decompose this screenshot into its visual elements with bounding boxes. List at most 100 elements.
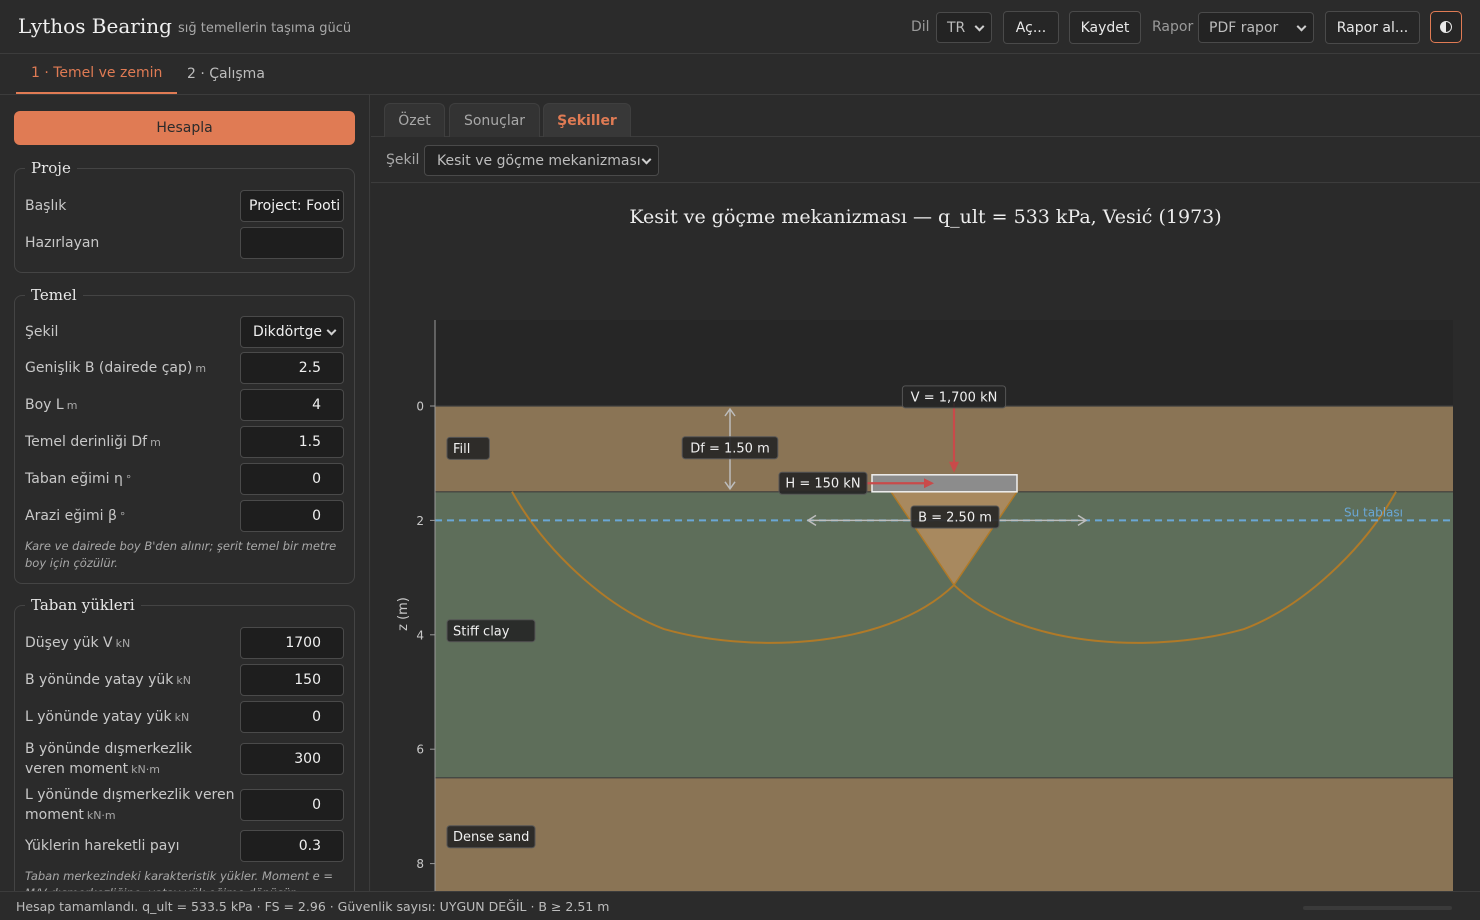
- field-row: Başlık Project: Footi: [25, 190, 345, 222]
- tab-summary[interactable]: Özet: [384, 103, 445, 137]
- tab-foundation-soil[interactable]: 1 · Temel ve zemin: [16, 54, 178, 94]
- progress-track: [1303, 906, 1452, 910]
- field-row: L yönünde yatay yük kN 0: [25, 701, 345, 733]
- layer-label-text: Fill: [453, 442, 470, 457]
- prepared-by-label: Hazırlayan: [25, 235, 100, 251]
- status-bar: Hesap tamamlandı. q_ult = 533.5 kPa · FS…: [0, 891, 1480, 920]
- length-input[interactable]: 4: [240, 389, 344, 421]
- calculate-button[interactable]: Hesapla: [14, 111, 355, 145]
- live-load-ratio-label: Yüklerin hareketli payı: [25, 838, 180, 854]
- language-select[interactable]: TR: [936, 12, 992, 43]
- shape-select[interactable]: Dikdörtge: [240, 316, 344, 348]
- moment-b-input[interactable]: 300: [240, 743, 344, 775]
- width-label: Genişlik B (dairede çap): [25, 360, 193, 376]
- results-panel: Özet Sonuçlar Şekiller Şekil Kesit ve gö…: [371, 95, 1480, 891]
- foundation-legend: Temel: [25, 286, 83, 304]
- y-axis-label: z (m): [396, 597, 411, 631]
- horizontal-load-b-label: B yönünde yatay yük: [25, 672, 174, 688]
- app-title: Lythos Bearing: [18, 14, 172, 38]
- figure-label: Şekil: [386, 152, 420, 168]
- loads-note: Taban merkezindeki karakteristik yükler.…: [25, 869, 334, 891]
- layer-label-text: Dense sand: [453, 830, 529, 845]
- language-label: Dil: [911, 19, 930, 35]
- layer-label-text: Stiff clay: [453, 624, 510, 639]
- chevron-down-icon: [974, 21, 985, 32]
- figure-select[interactable]: Kesit ve göçme mekanizması: [424, 145, 659, 176]
- chevron-down-icon: [641, 154, 652, 165]
- horizontal-load-b-input[interactable]: 150: [240, 664, 344, 696]
- field-row: Şekil Dikdörtge: [25, 316, 345, 348]
- unit-label: m: [150, 436, 161, 449]
- report-format-select[interactable]: PDF rapor: [1198, 12, 1314, 43]
- field-row: Taban eğimi η ° 0: [25, 463, 345, 495]
- vertical-load-input[interactable]: 1700: [240, 627, 344, 659]
- open-button[interactable]: Aç...: [1003, 11, 1059, 44]
- contrast-icon: [1440, 21, 1452, 33]
- vertical-load-annotation-text: V = 1,700 kN: [911, 390, 998, 405]
- field-row: Düşey yük VkN 1700: [25, 627, 345, 659]
- theme-toggle-button[interactable]: [1430, 11, 1462, 43]
- field-row: B yönünde yatay yük kN 150: [25, 664, 345, 696]
- field-row: Yüklerin hareketli payı 0.3: [25, 830, 345, 862]
- workflow-tabs: 1 · Temel ve zemin 2 · Çalışma: [0, 54, 1480, 95]
- field-row: Genişlik B (dairede çap) m 2.5: [25, 352, 345, 384]
- tab-analysis[interactable]: 2 · Çalışma: [172, 54, 280, 94]
- cross-section-chart: Su tablası 0 2 4 6 8 Fill Stiff clay Dense san…: [396, 320, 1453, 891]
- depth-annotation-text: Df = 1.50 m: [690, 441, 770, 456]
- report-label: Rapor: [1152, 19, 1194, 35]
- unit-label: kN·m: [131, 763, 160, 776]
- field-row: B yönünde dışmerkezlik veren moment kN·m …: [25, 738, 345, 780]
- depth-annotation: Df = 1.50 m: [681, 436, 779, 460]
- horizontal-load-annotation: H = 150 kN: [778, 471, 868, 495]
- horizontal-load-l-input[interactable]: 0: [240, 701, 344, 733]
- shape-value: Dikdörtge: [253, 324, 322, 340]
- results-tabs: Özet Sonuçlar Şekiller: [371, 95, 1480, 137]
- vertical-load-label: Düşey yük V: [25, 635, 113, 651]
- foundation-fieldset: Temel Şekil Dikdörtge Genişlik B (daired…: [14, 286, 355, 584]
- moment-b-label: B yönünde dışmerkezlik veren moment: [25, 741, 193, 777]
- field-row: Arazi eğimi β ° 0: [25, 500, 345, 532]
- tab-results[interactable]: Sonuçlar: [449, 103, 540, 137]
- language-value: TR: [947, 19, 966, 36]
- unit-label: kN·m: [86, 809, 116, 822]
- unit-label: °: [125, 473, 132, 486]
- width-annotation-text: B = 2.50 m: [918, 510, 992, 525]
- project-legend: Proje: [25, 159, 77, 177]
- ground-slope-label: Arazi eğimi β: [25, 508, 117, 524]
- depth-label: Temel derinliği Df: [25, 434, 148, 450]
- prepared-by-input[interactable]: [240, 227, 344, 259]
- chevron-down-icon: [1296, 21, 1307, 32]
- field-row: Hazırlayan: [25, 227, 345, 259]
- moment-l-label: L yönünde dışmerkezlik veren moment: [25, 787, 235, 823]
- layer-label: Dense sand: [446, 825, 536, 849]
- y-tick-label: 0: [416, 400, 424, 414]
- unit-label: °: [119, 510, 126, 523]
- unit-label: kN: [176, 674, 192, 687]
- base-tilt-input[interactable]: 0: [240, 463, 344, 495]
- water-table-label: Su tablası: [1344, 505, 1403, 519]
- input-sidebar: Hesapla Proje Başlık Project: Footi Hazı…: [0, 95, 370, 891]
- project-fieldset: Proje Başlık Project: Footi Hazırlayan: [14, 159, 355, 273]
- unit-label: kN: [174, 711, 190, 724]
- width-input[interactable]: 2.5: [240, 352, 344, 384]
- tab-figures[interactable]: Şekiller: [543, 103, 631, 137]
- soil-layer: [435, 777, 1453, 891]
- layer-label: Fill: [446, 436, 490, 460]
- status-text: Hesap tamamlandı. q_ult = 533.5 kPa · FS…: [16, 899, 610, 914]
- moment-l-input[interactable]: 0: [240, 789, 344, 821]
- field-row: L yönünde dışmerkezlik veren moment kN·m …: [25, 784, 345, 826]
- y-tick-label: 6: [416, 743, 424, 757]
- field-row: Boy Lm 4: [25, 389, 345, 421]
- get-report-button[interactable]: Rapor al...: [1325, 11, 1420, 44]
- title-input[interactable]: Project: Footi: [240, 190, 344, 222]
- y-tick-label: 8: [416, 857, 424, 871]
- save-button[interactable]: Kaydet: [1069, 11, 1141, 44]
- report-format-value: PDF rapor: [1209, 19, 1279, 36]
- depth-input[interactable]: 1.5: [240, 426, 344, 458]
- horizontal-load-annotation-text: H = 150 kN: [785, 477, 860, 492]
- vertical-load-annotation: V = 1,700 kN: [901, 385, 1007, 409]
- base-tilt-label: Taban eğimi η: [25, 471, 123, 487]
- ground-slope-input[interactable]: 0: [240, 500, 344, 532]
- live-load-ratio-input[interactable]: 0.3: [240, 830, 344, 862]
- y-tick-label: 2: [416, 514, 424, 528]
